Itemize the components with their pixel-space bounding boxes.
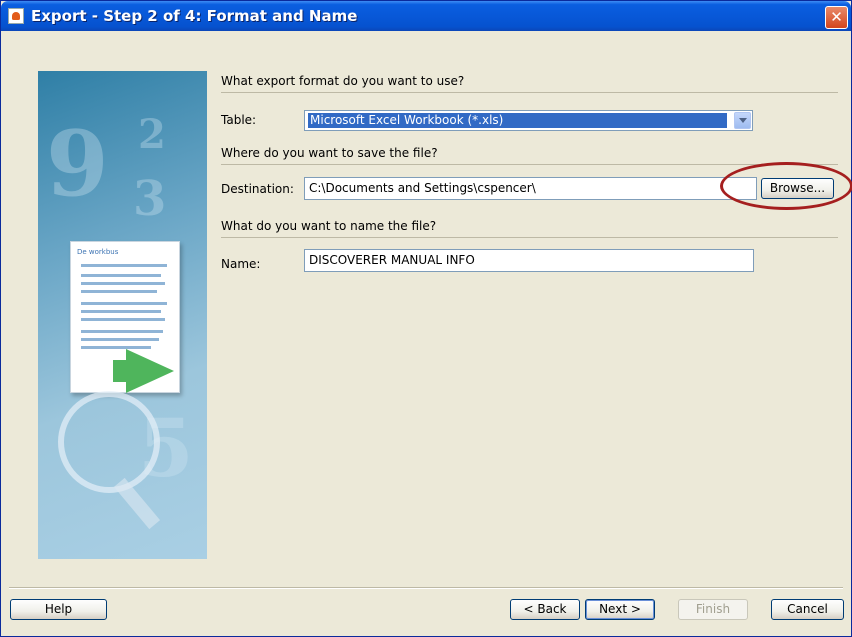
magnifier-icon bbox=[58, 391, 160, 493]
annotation-circle bbox=[720, 162, 852, 210]
document-heading: De workbus bbox=[77, 248, 119, 256]
close-button[interactable]: ✕ bbox=[825, 6, 848, 29]
export-dialog: Export - Step 2 of 4: Format and Name ✕ … bbox=[0, 0, 852, 637]
next-button[interactable]: Next > bbox=[585, 599, 655, 620]
table-label: Table: bbox=[221, 113, 257, 127]
save-divider bbox=[221, 164, 838, 165]
decorative-number-nine: 9 bbox=[46, 111, 109, 217]
destination-input[interactable]: C:\Documents and Settings\cspencer\ bbox=[304, 177, 757, 200]
help-button[interactable]: Help bbox=[10, 599, 107, 620]
back-button[interactable]: < Back bbox=[510, 599, 580, 620]
format-question: What export format do you want to use? bbox=[221, 74, 465, 88]
format-select-value: Microsoft Excel Workbook (*.xls) bbox=[307, 112, 728, 129]
name-divider bbox=[221, 237, 838, 238]
java-app-icon bbox=[8, 8, 24, 24]
format-select[interactable]: Microsoft Excel Workbook (*.xls) bbox=[304, 110, 753, 131]
decorative-number-two: 2 bbox=[138, 111, 166, 158]
finish-button[interactable]: Finish bbox=[678, 599, 748, 620]
window-title: Export - Step 2 of 4: Format and Name bbox=[31, 7, 358, 25]
name-label: Name: bbox=[221, 257, 261, 271]
title-bar[interactable]: Export - Step 2 of 4: Format and Name ✕ bbox=[1, 1, 851, 31]
name-question: What do you want to name the file? bbox=[221, 219, 437, 233]
decorative-number-three: 3 bbox=[133, 171, 167, 227]
wizard-illustration: 9 2 3 5 De workbus bbox=[38, 71, 207, 559]
save-question: Where do you want to save the file? bbox=[221, 146, 438, 160]
cancel-button[interactable]: Cancel bbox=[771, 599, 844, 620]
destination-label: Destination: bbox=[221, 182, 294, 196]
name-input[interactable]: DISCOVERER MANUAL INFO bbox=[304, 249, 754, 272]
chevron-down-icon[interactable] bbox=[734, 112, 751, 129]
format-divider bbox=[221, 92, 838, 93]
export-arrow-icon bbox=[126, 349, 174, 393]
